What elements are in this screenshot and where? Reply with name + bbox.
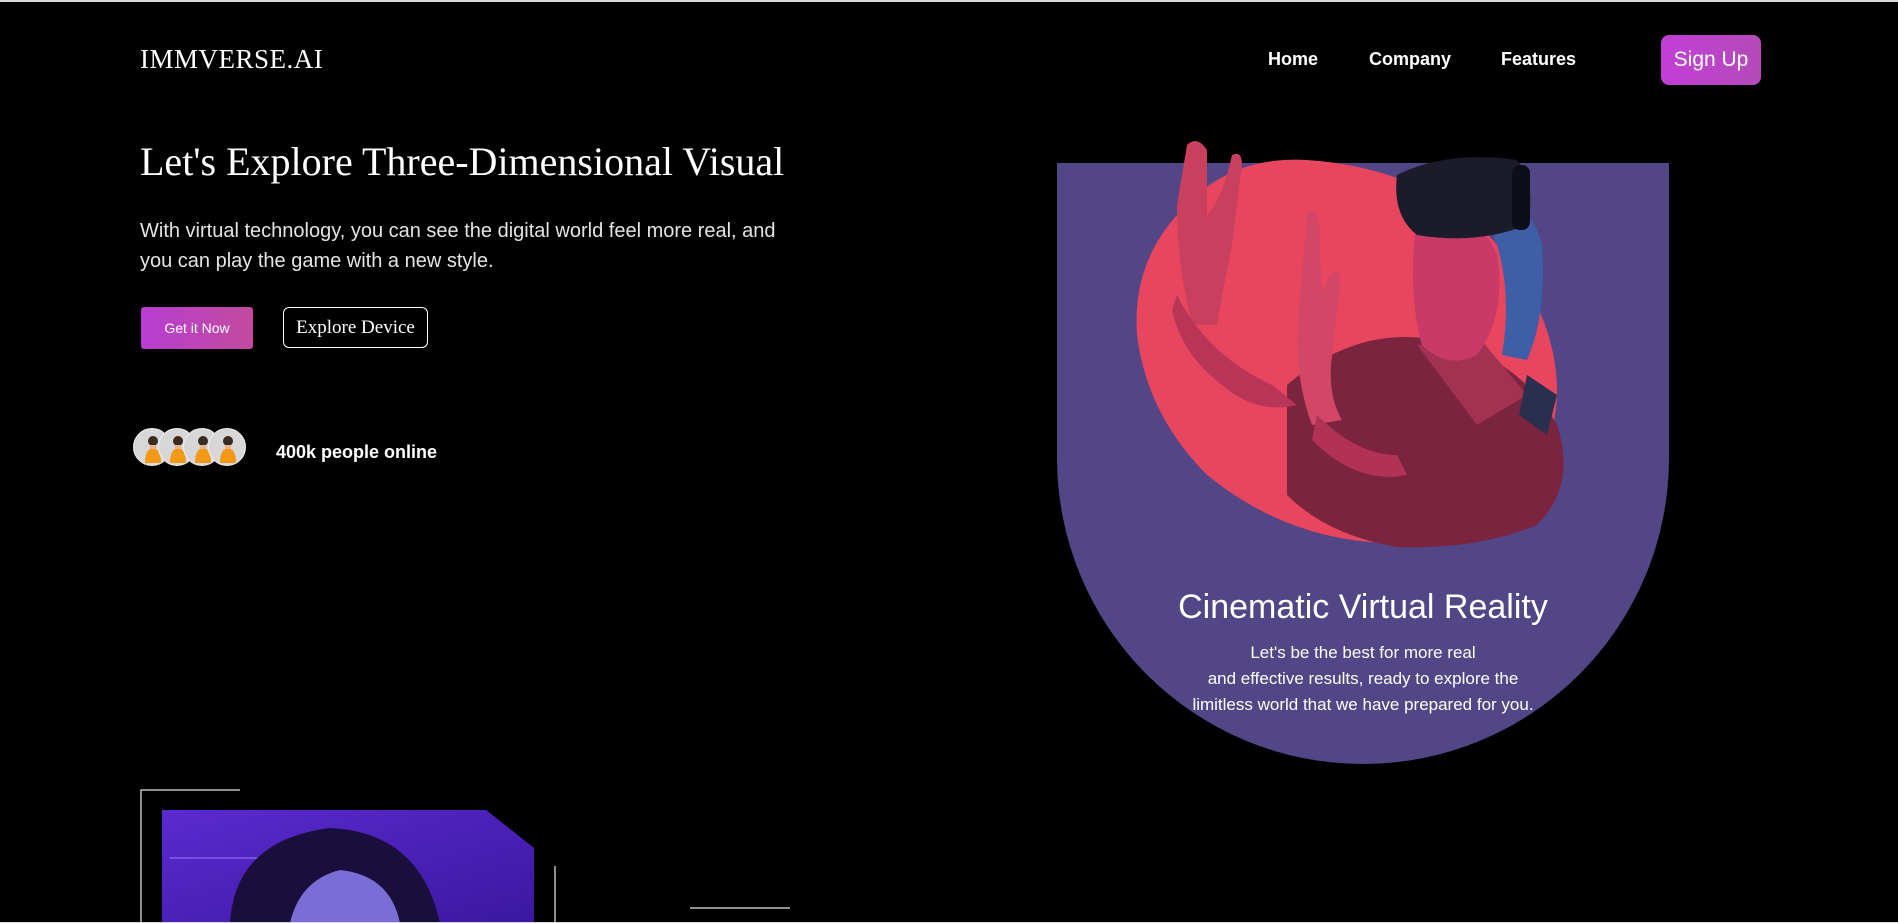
person-avatar-icon bbox=[208, 428, 246, 466]
feature-card-description: Let's be the best for more real and effe… bbox=[1057, 640, 1669, 718]
nav-company-link[interactable]: Company bbox=[1369, 49, 1451, 70]
window-top-border bbox=[0, 0, 1898, 2]
vr-headset-person-image bbox=[1136, 141, 1564, 548]
feature-card-description-line: limitless world that we have prepared fo… bbox=[1192, 695, 1534, 714]
get-it-now-button[interactable]: Get it Now bbox=[141, 307, 253, 349]
explore-device-button[interactable]: Explore Device bbox=[283, 307, 428, 348]
nav-home-link[interactable]: Home bbox=[1268, 49, 1318, 70]
hero-title: Let's Explore Three-Dimensional Visual bbox=[140, 139, 785, 184]
nav-features-link[interactable]: Features bbox=[1501, 49, 1576, 70]
online-count-text: 400k people online bbox=[276, 442, 438, 462]
online-avatars-group bbox=[133, 428, 253, 468]
feature-card-description-line: Let's be the best for more real bbox=[1250, 643, 1476, 662]
brand-logo[interactable]: IMMVERSE.AI bbox=[140, 44, 323, 75]
feature-card-title: Cinematic Virtual Reality bbox=[1178, 588, 1548, 626]
feature-card-description-line: and effective results, ready to explore … bbox=[1207, 669, 1519, 688]
hero-subtitle: With virtual technology, you can see the… bbox=[140, 220, 776, 272]
device-preview-image bbox=[140, 789, 790, 923]
sign-up-button[interactable]: Sign Up bbox=[1661, 35, 1761, 85]
